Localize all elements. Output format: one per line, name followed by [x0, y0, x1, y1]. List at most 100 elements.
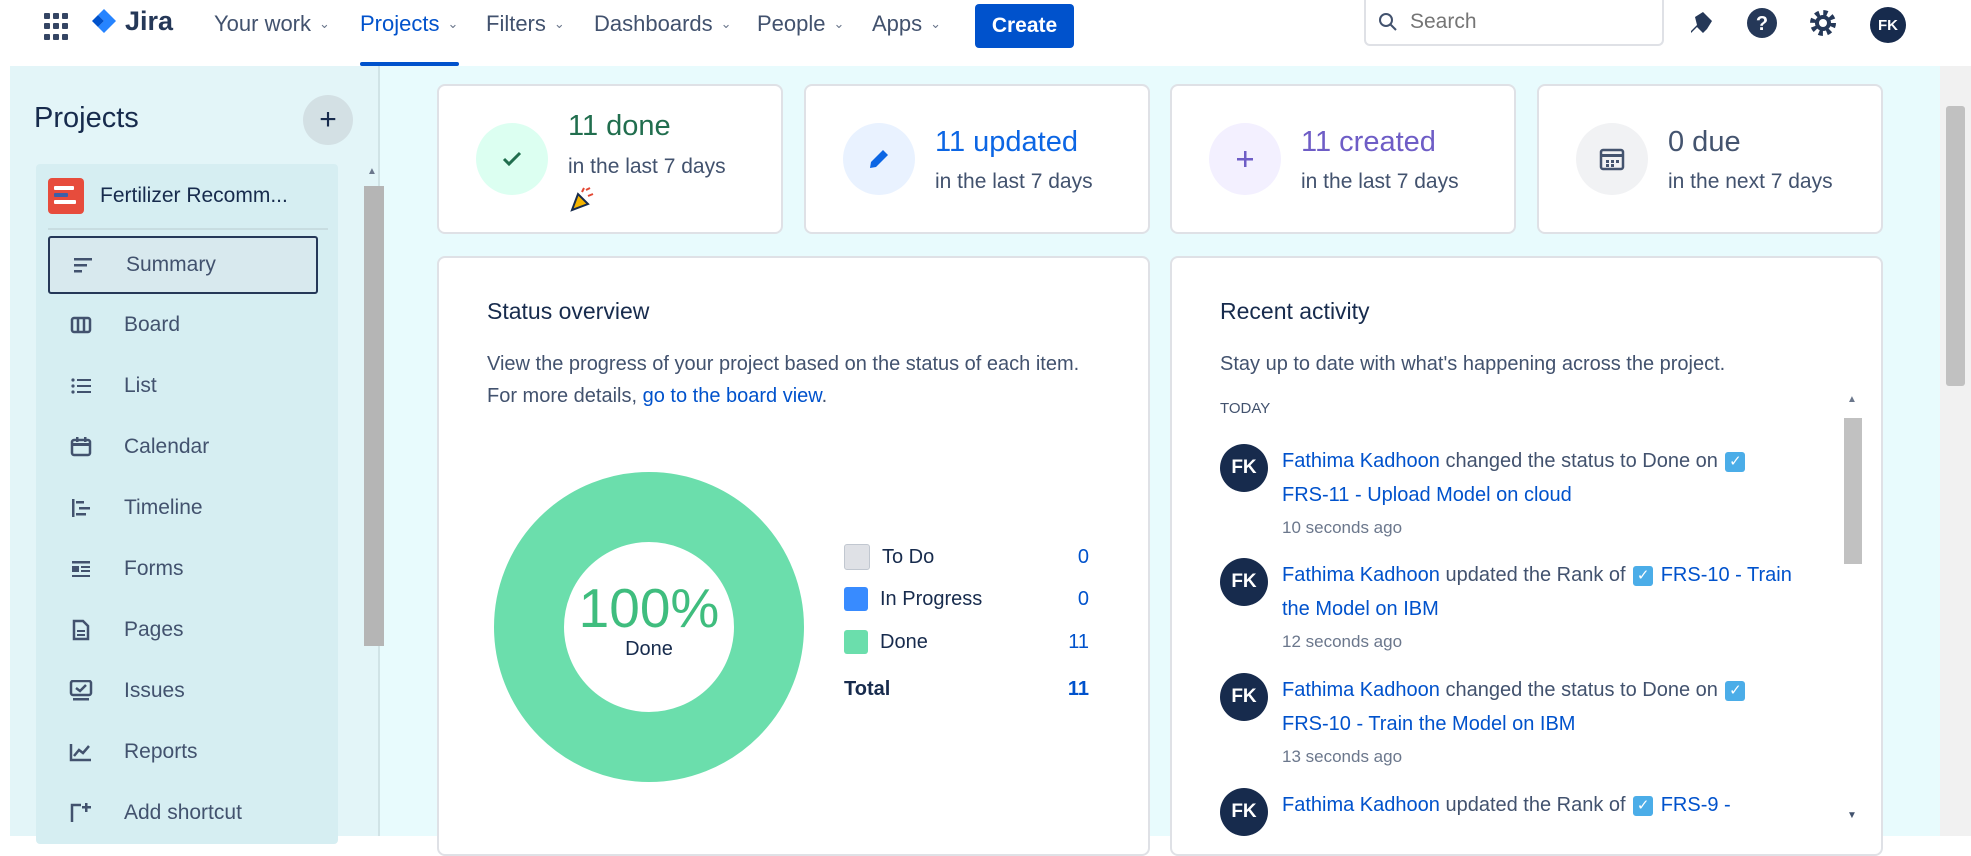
- board-icon: [66, 316, 96, 334]
- scroll-down-arrow-icon[interactable]: ▼: [1847, 810, 1857, 821]
- search-input[interactable]: [1408, 9, 1632, 35]
- sidebar-item-board[interactable]: Board: [48, 294, 318, 355]
- activity-avatar[interactable]: FK: [1220, 558, 1268, 606]
- activity-scrollbar[interactable]: ▲ ▼: [1842, 390, 1864, 830]
- legend-row-done: Done 11: [844, 630, 1089, 654]
- activity-action: updated the Rank of: [1445, 794, 1626, 816]
- stat-updated-period: in the last 7 days: [935, 170, 1093, 193]
- activity-section-today: TODAY: [1220, 400, 1271, 417]
- activity-avatar[interactable]: FK: [1220, 788, 1268, 836]
- checkmark-icon: [476, 123, 548, 195]
- legend-value[interactable]: 11: [1068, 631, 1089, 654]
- sidebar-item-issues[interactable]: Issues: [48, 660, 318, 721]
- legend-row-in-progress: In Progress 0: [844, 587, 1089, 611]
- page-scrollbar-thumb[interactable]: [1946, 106, 1965, 386]
- legend-value[interactable]: 0: [1078, 546, 1089, 569]
- activity-avatar[interactable]: FK: [1220, 444, 1268, 492]
- nav-filters[interactable]: Filters ⌄: [486, 11, 565, 37]
- divider: [48, 228, 328, 230]
- sidebar-item-pages[interactable]: Pages: [48, 599, 318, 660]
- activity-action: changed the status to Done on: [1445, 679, 1718, 701]
- donut-center-label: 100% Done: [494, 578, 804, 661]
- stat-card-created[interactable]: 11 created in the last 7 days: [1170, 84, 1516, 234]
- activity-user-link[interactable]: Fathima Kadhoon: [1282, 564, 1440, 586]
- stat-updated-count: 11 updated: [935, 126, 1078, 158]
- user-avatar[interactable]: FK: [1870, 7, 1906, 43]
- sidebar-item-label: Timeline: [124, 495, 203, 519]
- stat-card-done[interactable]: 11 done in the last 7 days: [437, 84, 783, 234]
- activity-user-link[interactable]: Fathima Kadhoon: [1282, 679, 1440, 701]
- top-navigation: Jira Your work ⌄ Projects ⌄ Filters ⌄ Dashb…: [0, 0, 1971, 66]
- legend-total-label: Total: [844, 678, 891, 700]
- nav-projects[interactable]: Projects ⌄: [360, 11, 458, 37]
- legend-row-to-do: To Do 0: [844, 544, 1089, 570]
- add-project-button[interactable]: +: [303, 95, 353, 145]
- chevron-down-icon: ⌄: [319, 16, 330, 31]
- stat-done-period: in the last 7 days: [568, 155, 726, 178]
- activity-issue-link[interactable]: FRS-10 - Train the Model on IBM: [1282, 713, 1575, 735]
- stat-card-due[interactable]: 0 due in the next 7 days: [1537, 84, 1883, 234]
- task-checkbox-icon: ✓: [1633, 565, 1654, 586]
- legend-label: Done: [880, 630, 928, 653]
- donut-status-label: Done: [625, 638, 673, 660]
- status-description-suffix: .: [821, 385, 828, 407]
- sidebar-item-label: Issues: [124, 678, 185, 702]
- create-button[interactable]: Create: [975, 4, 1074, 48]
- search-box[interactable]: [1364, 0, 1664, 46]
- sidebar-item-timeline[interactable]: Timeline: [48, 477, 318, 538]
- settings-gear-icon[interactable]: [1806, 6, 1840, 40]
- recent-activity-description: Stay up to date with what's happening ac…: [1220, 353, 1726, 375]
- activity-avatar[interactable]: FK: [1220, 673, 1268, 721]
- sidebar-item-list[interactable]: List: [48, 355, 318, 416]
- issues-icon: [66, 679, 96, 702]
- legend-value[interactable]: 0: [1078, 588, 1089, 611]
- activity-user-link[interactable]: Fathima Kadhoon: [1282, 794, 1440, 816]
- notifications-icon[interactable]: [1684, 6, 1718, 40]
- sidebar-scrollbar[interactable]: ▲: [362, 166, 384, 836]
- chevron-down-icon: ⌄: [447, 16, 459, 31]
- sidebar-item-add-shortcut[interactable]: Add shortcut: [48, 782, 318, 843]
- activity-user-link[interactable]: Fathima Kadhoon: [1282, 450, 1440, 472]
- board-view-link[interactable]: go to the board view: [643, 385, 822, 407]
- activity-timestamp: 13 seconds ago: [1282, 747, 1403, 766]
- sidebar-item-forms[interactable]: Forms: [48, 538, 318, 599]
- app-switcher-icon[interactable]: [42, 11, 74, 43]
- sidebar-item-label: Summary: [126, 253, 216, 276]
- activity-issue-link[interactable]: FRS-9 -: [1661, 794, 1731, 816]
- chevron-down-icon: ⌄: [930, 16, 942, 31]
- stat-due-count: 0 due: [1668, 126, 1741, 158]
- nav-people[interactable]: People ⌄: [757, 11, 844, 37]
- nav-dashboards[interactable]: Dashboards ⌄: [594, 11, 732, 37]
- activity-text: Fathima Kadhoon updated the Rank of ✓ FR…: [1282, 788, 1792, 822]
- legend-total-value[interactable]: 11: [1068, 678, 1089, 701]
- sidebar-item-label: List: [124, 373, 157, 397]
- stat-card-updated[interactable]: 11 updated in the last 7 days: [804, 84, 1150, 234]
- nav-your-work[interactable]: Your work ⌄: [214, 11, 330, 37]
- activity-timestamp: 10 seconds ago: [1282, 518, 1403, 537]
- timeline-icon: [66, 498, 96, 518]
- nav-apps[interactable]: Apps ⌄: [872, 11, 941, 37]
- project-sidebar: Projects + Fertilizer Recomm... Summary …: [10, 66, 384, 844]
- scroll-up-arrow-icon[interactable]: ▲: [367, 166, 377, 177]
- scroll-up-arrow-icon[interactable]: ▲: [1847, 394, 1857, 405]
- nav-projects-label: Projects: [360, 11, 440, 36]
- status-overview-panel: Status overview View the progress of you…: [437, 256, 1150, 856]
- calendar-icon: [66, 436, 96, 457]
- add-shortcut-icon: [66, 802, 96, 824]
- sidebar-item-summary[interactable]: Summary: [48, 236, 318, 294]
- stat-done-count: 11 done: [568, 110, 671, 142]
- sidebar-item-label: Add shortcut: [124, 800, 242, 824]
- page-scrollbar[interactable]: [1940, 66, 1971, 836]
- sidebar-item-reports[interactable]: Reports: [48, 721, 318, 782]
- chevron-down-icon: ⌄: [553, 16, 565, 31]
- activity-text: Fathima Kadhoon changed the status to Do…: [1282, 444, 1792, 512]
- activity-issue-link[interactable]: FRS-11 - Upload Model on cloud: [1282, 484, 1572, 506]
- svg-text:?: ?: [1756, 13, 1768, 35]
- project-header[interactable]: Fertilizer Recomm...: [36, 164, 338, 228]
- activity-scrollbar-thumb[interactable]: [1844, 418, 1862, 564]
- legend-label: To Do: [882, 545, 935, 568]
- sidebar-scrollbar-thumb[interactable]: [364, 186, 384, 646]
- help-icon[interactable]: ?: [1745, 6, 1779, 40]
- sidebar-item-calendar[interactable]: Calendar: [48, 416, 318, 477]
- jira-logo[interactable]: Jira: [89, 6, 173, 37]
